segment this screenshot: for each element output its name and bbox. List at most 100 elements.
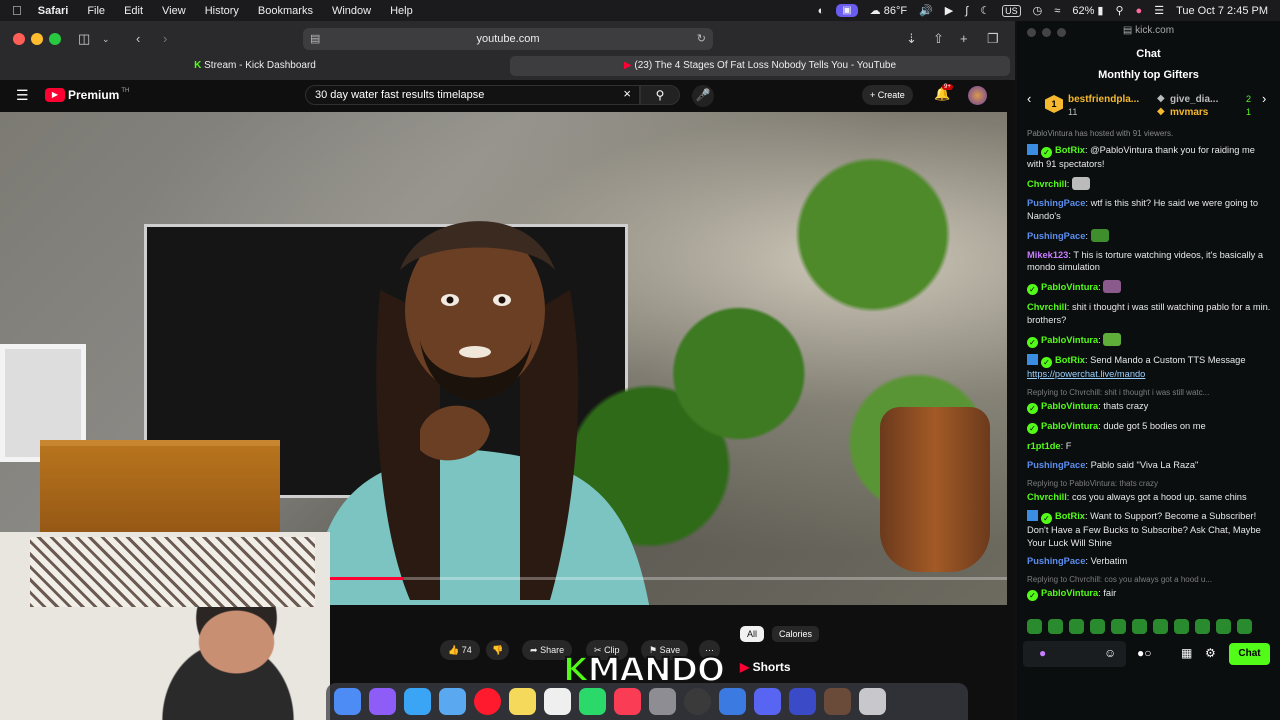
new-tab-icon[interactable]: + [960, 31, 968, 46]
weather-status[interactable]: ☁ 86°F [870, 4, 907, 17]
notes-icon[interactable] [509, 688, 536, 715]
chat-username[interactable]: Chvrchill [1027, 302, 1067, 312]
search-button[interactable]: ⚲ [640, 85, 680, 105]
maximize-window-icon[interactable] [49, 33, 61, 45]
chat-username[interactable]: BotRix [1055, 355, 1085, 365]
users-icon[interactable]: ●○ [1137, 646, 1152, 660]
menu-view[interactable]: View [162, 5, 186, 17]
clock-icon[interactable]: ◷ [1033, 4, 1043, 17]
datetime[interactable]: Tue Oct 7 2:45 PM [1176, 5, 1268, 17]
address-bar[interactable]: ▤ youtube.com ↻ [303, 28, 713, 50]
chat-username[interactable]: r1pt1de [1027, 441, 1061, 451]
gifter-name[interactable]: bestfriendpla... [1068, 94, 1139, 105]
play-icon[interactable]: ▶ [945, 4, 953, 17]
chevron-down-icon[interactable]: ⌄ [102, 34, 110, 45]
mail-client-icon[interactable] [789, 688, 816, 715]
minimize-window-icon[interactable] [31, 33, 43, 45]
close-window-icon[interactable] [13, 33, 25, 45]
search-icon[interactable]: ⚲ [1115, 4, 1123, 17]
chat-username[interactable]: BotRix [1055, 511, 1085, 521]
chat-username[interactable]: PushingPace [1027, 556, 1085, 566]
chat-username[interactable]: PabloVintura [1041, 401, 1098, 411]
chat-username[interactable]: PabloVintura [1041, 335, 1098, 345]
input-source-flag[interactable]: US [1002, 4, 1021, 17]
tab-kick-dashboard[interactable]: K Stream - Kick Dashboard [5, 56, 505, 76]
whatsapp-icon[interactable] [579, 688, 606, 715]
menu-icon[interactable]: ☰ [16, 87, 29, 104]
chat-username[interactable]: PabloVintura [1041, 282, 1098, 292]
clear-search-icon[interactable]: × [623, 85, 631, 103]
next-gifters-icon[interactable]: › [1262, 91, 1266, 106]
mail-icon[interactable] [439, 688, 466, 715]
chat-send-button[interactable]: Chat [1229, 643, 1270, 665]
forward-icon[interactable]: › [163, 31, 167, 46]
emote-icon[interactable] [1195, 619, 1210, 634]
volume-icon[interactable]: 🔊 [919, 4, 933, 17]
control-icon[interactable]: ◐ [818, 5, 825, 17]
chip-all[interactable]: All [740, 626, 765, 642]
reload-icon[interactable]: ↻ [697, 28, 706, 50]
chat-username[interactable]: PushingPace [1027, 198, 1085, 208]
chat-username[interactable]: Chvrchill [1027, 492, 1067, 502]
safari-icon[interactable] [404, 688, 431, 715]
opera-icon[interactable] [474, 688, 501, 715]
microphone-icon[interactable]: ● [1039, 646, 1046, 660]
chat-input[interactable]: ● ☺ [1023, 641, 1126, 667]
gifter-name[interactable]: mvmars [1170, 107, 1208, 118]
folder-icon[interactable] [824, 688, 851, 715]
moon-icon[interactable]: ☾ [980, 4, 990, 17]
chat-link[interactable]: https://powerchat.live/mando [1027, 369, 1145, 379]
discord-icon[interactable] [754, 688, 781, 715]
dislike-button[interactable]: 👎 [486, 640, 510, 660]
emote-icon[interactable] [1174, 619, 1189, 634]
control-center-icon[interactable]: ☰ [1154, 4, 1164, 17]
chip-calories[interactable]: Calories [772, 626, 820, 642]
wifi-icon[interactable]: ≈ [1054, 5, 1060, 17]
shorts-section[interactable]: ▶ Shorts [740, 660, 791, 674]
like-button[interactable]: 👍 74 [440, 640, 480, 660]
back-icon[interactable]: ‹ [136, 31, 140, 46]
menu-edit[interactable]: Edit [124, 5, 143, 17]
share-icon[interactable]: ⇧ [933, 31, 944, 47]
download-icon[interactable]: ⇣ [906, 31, 917, 47]
emote-icon[interactable] [1237, 619, 1252, 634]
video-progress-track[interactable] [330, 577, 1007, 580]
page-settings-icon[interactable]: ▤ [310, 28, 320, 50]
emote-icon[interactable] [1027, 619, 1042, 634]
chat-username[interactable]: Mikek123 [1027, 250, 1068, 260]
apple-icon[interactable]:  [12, 3, 22, 18]
avatar[interactable] [968, 86, 987, 105]
chat-username[interactable]: PushingPace [1027, 231, 1085, 241]
calendar-icon[interactable]: ▦ [1181, 646, 1192, 660]
sidebar-icon[interactable]: ◫ [78, 31, 90, 47]
prev-gifters-icon[interactable]: ‹ [1027, 91, 1031, 106]
chat-username[interactable]: BotRix [1055, 145, 1085, 155]
finder-icon[interactable] [334, 688, 361, 715]
emoji-icon[interactable]: ☺ [1104, 646, 1116, 660]
trash-icon[interactable] [859, 688, 886, 715]
menu-file[interactable]: File [87, 5, 105, 17]
system-settings-icon[interactable] [649, 688, 676, 715]
menu-app-name[interactable]: Safari [38, 5, 69, 17]
music-icon[interactable] [614, 688, 641, 715]
chat-username[interactable]: PabloVintura [1041, 421, 1098, 431]
tab-youtube[interactable]: ▶ (23) The 4 Stages Of Fat Loss Nobody T… [510, 56, 1010, 76]
gifter-name[interactable]: give_dia... [1170, 94, 1218, 105]
user-icon[interactable]: ● [1136, 5, 1143, 17]
menu-history[interactable]: History [205, 5, 239, 17]
chat-username[interactable]: PabloVintura [1041, 588, 1098, 598]
emote-icon[interactable] [1132, 619, 1147, 634]
gear-icon[interactable]: ⚙ [1205, 646, 1216, 660]
youtube-logo[interactable]: ▶ Premium TH [45, 88, 129, 102]
obs-icon[interactable] [684, 688, 711, 715]
calendar-icon[interactable] [544, 688, 571, 715]
battery-status[interactable]: 62% ▮ [1072, 4, 1103, 17]
menu-help[interactable]: Help [390, 5, 413, 17]
emote-icon[interactable] [1216, 619, 1231, 634]
emote-icon[interactable] [1048, 619, 1063, 634]
emote-icon[interactable] [1090, 619, 1105, 634]
files-icon[interactable] [719, 688, 746, 715]
search-input[interactable]: 30 day water fast results timelapse × [305, 85, 640, 105]
bluetooth-icon[interactable]: ∫ [965, 5, 968, 17]
emote-icon[interactable] [1111, 619, 1126, 634]
